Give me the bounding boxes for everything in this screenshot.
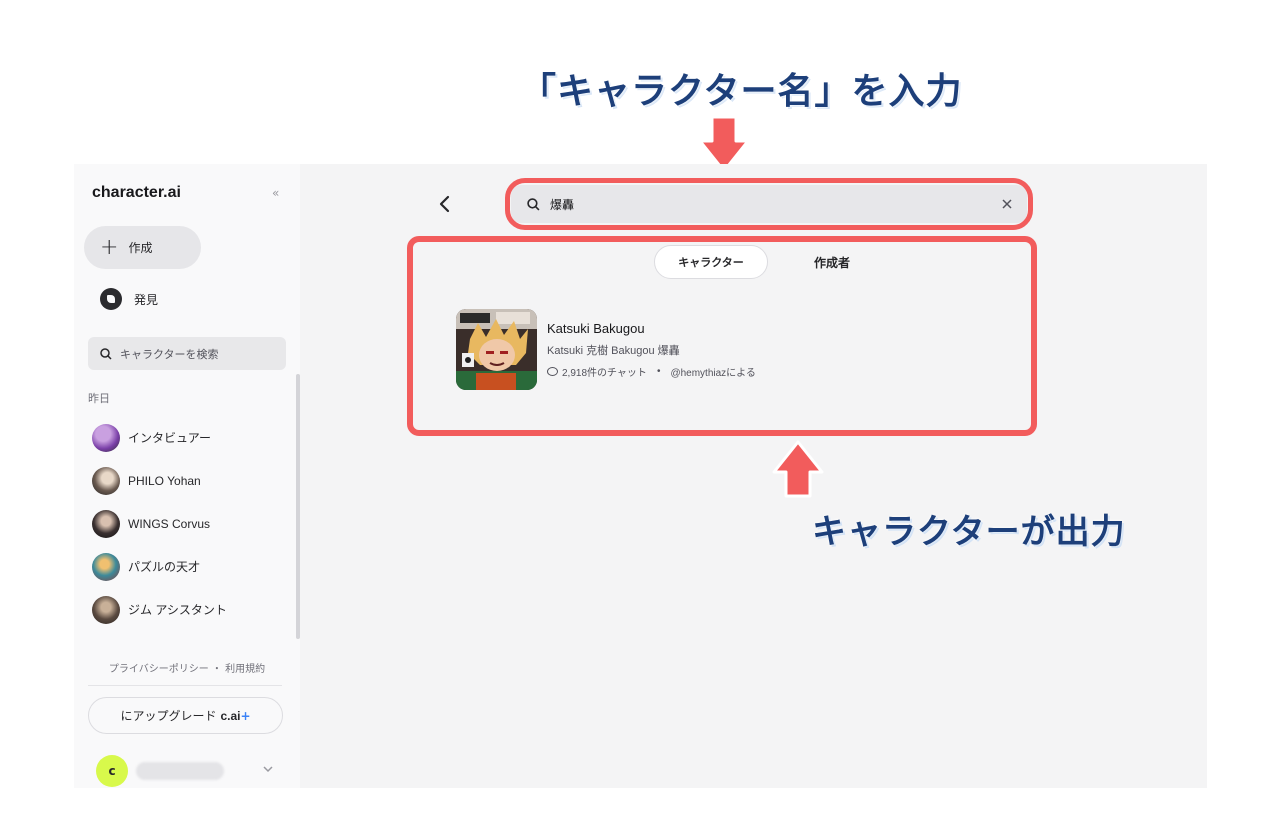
divider — [88, 685, 282, 686]
discover-link[interactable]: 発見 — [100, 288, 158, 310]
annotation-bottom: キャラクターが出力 — [812, 512, 1126, 552]
user-profile[interactable]: c — [96, 755, 224, 787]
annotation-title: 「キャラクター名」を入力 — [520, 71, 963, 112]
chat-name: インタビュアー — [128, 431, 212, 445]
sidebar-chat-item[interactable]: ジム アシスタント — [92, 588, 227, 631]
sidebar-search-input[interactable]: キャラクターを検索 — [88, 337, 286, 370]
annotation-arrow-up-icon — [772, 440, 824, 498]
chat-name: PHILO Yohan — [128, 473, 201, 488]
sidebar-chat-item[interactable]: パズルの天才 — [92, 545, 227, 588]
create-button[interactable]: + 作成 — [84, 226, 201, 269]
compass-icon — [100, 288, 122, 310]
results-highlight-box — [407, 236, 1037, 436]
sidebar-search-placeholder: キャラクターを検索 — [120, 347, 219, 361]
footer-links[interactable]: プライバシーポリシー ・ 利用規約 — [74, 660, 300, 675]
chevron-down-icon[interactable] — [263, 764, 273, 774]
recent-chat-list: インタビュアー PHILO Yohan WINGS Corvus パズルの天才 … — [92, 416, 227, 631]
upgrade-button[interactable]: にアップグレード c.ai + — [88, 697, 283, 734]
chat-section-label: 昨日 — [88, 392, 110, 405]
avatar — [92, 466, 120, 495]
create-label: 作成 — [128, 241, 153, 255]
search-icon — [100, 347, 112, 360]
sidebar-scrollbar[interactable] — [296, 374, 300, 639]
sidebar-chat-item[interactable]: PHILO Yohan — [92, 459, 227, 502]
user-avatar: c — [96, 755, 128, 787]
app-window: character.ai « + 作成 発見 キャラクターを検索 昨日 インタビ… — [74, 164, 1207, 788]
plus-icon: + — [100, 234, 119, 260]
avatar — [92, 552, 120, 581]
back-icon[interactable] — [438, 195, 452, 213]
chat-name: ジム アシスタント — [128, 603, 227, 617]
chat-name: WINGS Corvus — [128, 516, 211, 531]
upgrade-plus-icon: + — [240, 708, 251, 723]
sidebar-chat-item[interactable]: WINGS Corvus — [92, 502, 227, 545]
sidebar: character.ai « + 作成 発見 キャラクターを検索 昨日 インタビ… — [74, 164, 300, 788]
screenshot: 「キャラクター名」を入力 character.ai « + 作成 発見 キャラク… — [0, 0, 1280, 820]
user-name-redacted — [136, 762, 224, 780]
avatar — [92, 595, 120, 624]
chat-name: パズルの天才 — [128, 560, 201, 574]
sidebar-chat-item[interactable]: インタビュアー — [92, 416, 227, 459]
discover-label: 発見 — [134, 292, 159, 307]
upgrade-label: にアップグレード — [120, 709, 217, 723]
search-highlight-box — [505, 178, 1033, 230]
collapse-sidebar-icon[interactable]: « — [272, 186, 279, 200]
avatar — [92, 509, 120, 538]
avatar — [92, 423, 120, 452]
app-logo[interactable]: character.ai — [92, 184, 181, 202]
upgrade-brand: c.ai — [220, 708, 241, 723]
